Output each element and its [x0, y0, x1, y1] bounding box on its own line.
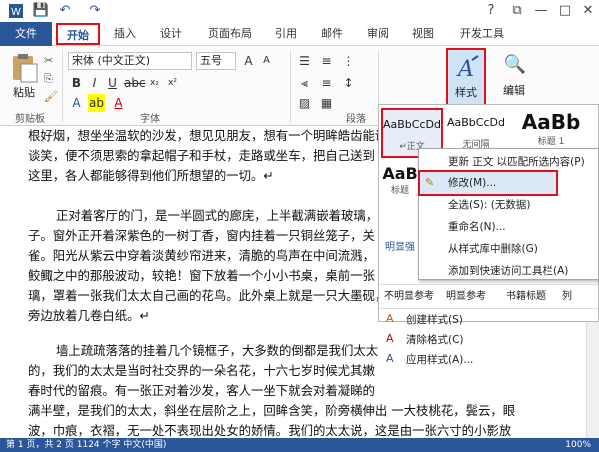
paste-icon[interactable] — [8, 52, 40, 84]
style-title[interactable]: AaB 标题 — [381, 160, 419, 210]
document-line: 雀。阳光从紫云中穿着淡黄纱帘进来，清脆的鸟声在中间流溅， — [28, 248, 375, 263]
paragraph-group-label: 段落 — [346, 114, 366, 125]
superscript-icon[interactable]: x² — [164, 74, 181, 92]
svg-text:A: A — [456, 57, 474, 80]
style-sample: AaBb — [521, 110, 581, 134]
tab-home[interactable]: 开始 — [56, 23, 100, 45]
subscript-icon[interactable]: x₂ — [146, 74, 163, 92]
styles-button[interactable]: A 样式 — [446, 48, 486, 108]
svg-text:W: W — [11, 7, 21, 18]
word-logo-icon: W — [6, 3, 26, 19]
tab-developer[interactable]: 开发工具 — [452, 23, 512, 45]
clear-format-icon: A — [386, 332, 394, 345]
create-style-item[interactable]: 创建样式(S) — [406, 310, 596, 330]
tab-view[interactable]: 视图 — [405, 23, 441, 45]
align-left-icon[interactable]: ⫷ — [296, 74, 313, 92]
document-line: 子。窗外正开着深紫色的一树丁香，窗内挂着一只铜丝笼子，关 — [28, 228, 375, 243]
underline-icon[interactable]: U — [104, 74, 121, 92]
numbering-icon[interactable]: ≡ — [318, 52, 335, 70]
grow-font-icon[interactable]: A — [240, 52, 257, 70]
select-all-item[interactable]: 全选(S): (无数据) — [420, 194, 597, 216]
style-sample: AaBbCcDd — [383, 118, 441, 131]
document-line: 的，我们的太太是当时社交界的一朵名花，十六七岁时候尤其嫩 — [28, 363, 375, 378]
clear-formatting-item[interactable]: 清除格式(C) — [406, 330, 596, 350]
highlight-icon[interactable]: ab — [88, 94, 105, 112]
apply-style-icon: A — [386, 352, 394, 365]
tab-layout[interactable]: 页面布局 — [200, 23, 260, 45]
remove-from-gallery-item[interactable]: 从样式库中删除(G) — [420, 238, 597, 260]
tab-insert[interactable]: 插入 — [106, 23, 144, 45]
styles-label: 样式 — [455, 86, 477, 99]
editing-button-label[interactable]: 编辑 — [496, 82, 532, 97]
text-effects-icon[interactable]: A — [68, 94, 85, 112]
add-to-quick-access-item[interactable]: 添加到快速访问工具栏(A) — [420, 260, 597, 282]
divider — [290, 50, 291, 122]
style-sample: AaBbCcDd — [447, 116, 505, 129]
zoom-level[interactable]: 100% — [565, 438, 591, 452]
ribbon-display-button[interactable]: ⧉ — [506, 2, 528, 20]
status-bar: 第 1 页，共 2 页 1124 个字 中文(中国) 100% — [0, 438, 599, 452]
tab-file[interactable]: 文件 — [0, 22, 52, 46]
style-name: 标题 1 — [537, 137, 565, 147]
close-button[interactable]: ✕ — [577, 2, 599, 20]
divider — [379, 284, 598, 285]
document-line: 正对着客厅的门，是一半圆式的廊庑，上半截满嵌着玻璃， — [56, 208, 379, 223]
tab-references[interactable]: 引用 — [268, 23, 304, 45]
line-spacing-icon[interactable]: ↕ — [340, 74, 357, 92]
multilevel-list-icon[interactable]: ⋮ — [340, 52, 357, 70]
document-line: 这里，各人都能够得到他们所想望的一切。↵ — [28, 168, 274, 183]
italic-icon[interactable]: I — [86, 74, 103, 92]
style-subtle-reference[interactable]: 不明显参考 — [384, 288, 440, 306]
maximize-button[interactable]: □ — [554, 2, 576, 20]
shading-icon[interactable]: ▨ — [296, 94, 313, 112]
undo-icon[interactable]: ↶ — [56, 3, 74, 19]
clipboard-group-label: 剪贴板 — [15, 114, 45, 125]
style-intense-emphasis[interactable]: 明显强调 — [381, 236, 419, 260]
tab-design[interactable]: 设计 — [152, 23, 190, 45]
rename-item[interactable]: 重命名(N)... — [420, 216, 597, 238]
modify-style-item[interactable]: 修改(M)... — [420, 172, 597, 194]
copy-icon[interactable]: ⎘ — [44, 72, 60, 86]
borders-icon[interactable]: ▦ — [318, 94, 335, 112]
tab-review[interactable]: 审阅 — [360, 23, 396, 45]
style-book-title[interactable]: 书籍标题 — [506, 288, 558, 306]
document-line: 鲛鲰之中的那般波动，较艳！窗下放着一个小小书桌，桌前一张 — [28, 268, 375, 283]
tab-mailings[interactable]: 邮件 — [314, 23, 350, 45]
document-line: 璃，罩着一张我们太太自己画的花鸟。此外桌上就是一只大墨砚， — [28, 288, 388, 303]
divider — [379, 308, 598, 309]
style-list[interactable]: 列 — [562, 288, 592, 306]
cut-icon[interactable]: ✂ — [44, 54, 60, 68]
document-line: 谈笑，便不须思索的拿起帽子和手杖，走路或坐车，把自己送到 — [28, 148, 375, 163]
font-color-icon[interactable]: A — [110, 94, 127, 112]
redo-icon[interactable]: ↷ — [86, 3, 104, 19]
apply-styles-item[interactable]: 应用样式(A)... — [406, 350, 596, 370]
bullets-icon[interactable]: ☰ — [296, 52, 313, 70]
document-line: 满半壁，是我们的太太，斜坐在层阶之上，回眸含笑，阶旁横伸出 一大枝桃花，鬓云，眼 — [28, 403, 516, 418]
document-line: 旁边放着几卷白纸。↵ — [28, 308, 150, 323]
create-style-icon: A — [386, 312, 394, 325]
minimize-button[interactable]: — — [530, 2, 552, 20]
style-intense-reference[interactable]: 明显参考 — [446, 288, 498, 306]
divider — [62, 50, 63, 122]
style-sample: AaB — [382, 164, 418, 183]
document-line: 墙上疏疏落落的挂着几个镜框子，大多数的倒都是我们太太 — [56, 343, 379, 358]
font-group-label: 字体 — [140, 114, 160, 125]
paste-button-label[interactable]: 粘贴 — [6, 84, 42, 99]
bold-icon[interactable]: B — [68, 74, 85, 92]
shrink-font-icon[interactable]: A — [258, 52, 275, 70]
status-text: 第 1 页，共 2 页 1124 个字 中文(中国) — [6, 440, 167, 450]
align-center-icon[interactable]: ≡ — [318, 74, 335, 92]
help-button[interactable]: ? — [480, 2, 502, 20]
document-line: 根好烟，想坐坐温软的沙发，想见见朋友，想有一个明眸皓齿能说 — [28, 128, 388, 143]
style-name: 标题 — [390, 186, 409, 196]
document-line: 春时代的留痕。有一张正对着沙发，客人一坐下就会对着凝睇的 — [28, 383, 375, 398]
strikethrough-icon[interactable]: abc — [124, 74, 146, 92]
font-name-select[interactable]: 宋体 (中文正文) — [68, 52, 192, 70]
find-icon[interactable]: 🔍 — [498, 54, 532, 82]
font-size-select[interactable]: 五号 — [196, 52, 236, 70]
save-icon[interactable]: 💾 — [32, 3, 50, 19]
format-painter-icon[interactable]: 🖌 — [44, 90, 60, 104]
styles-icon: A — [454, 54, 480, 82]
